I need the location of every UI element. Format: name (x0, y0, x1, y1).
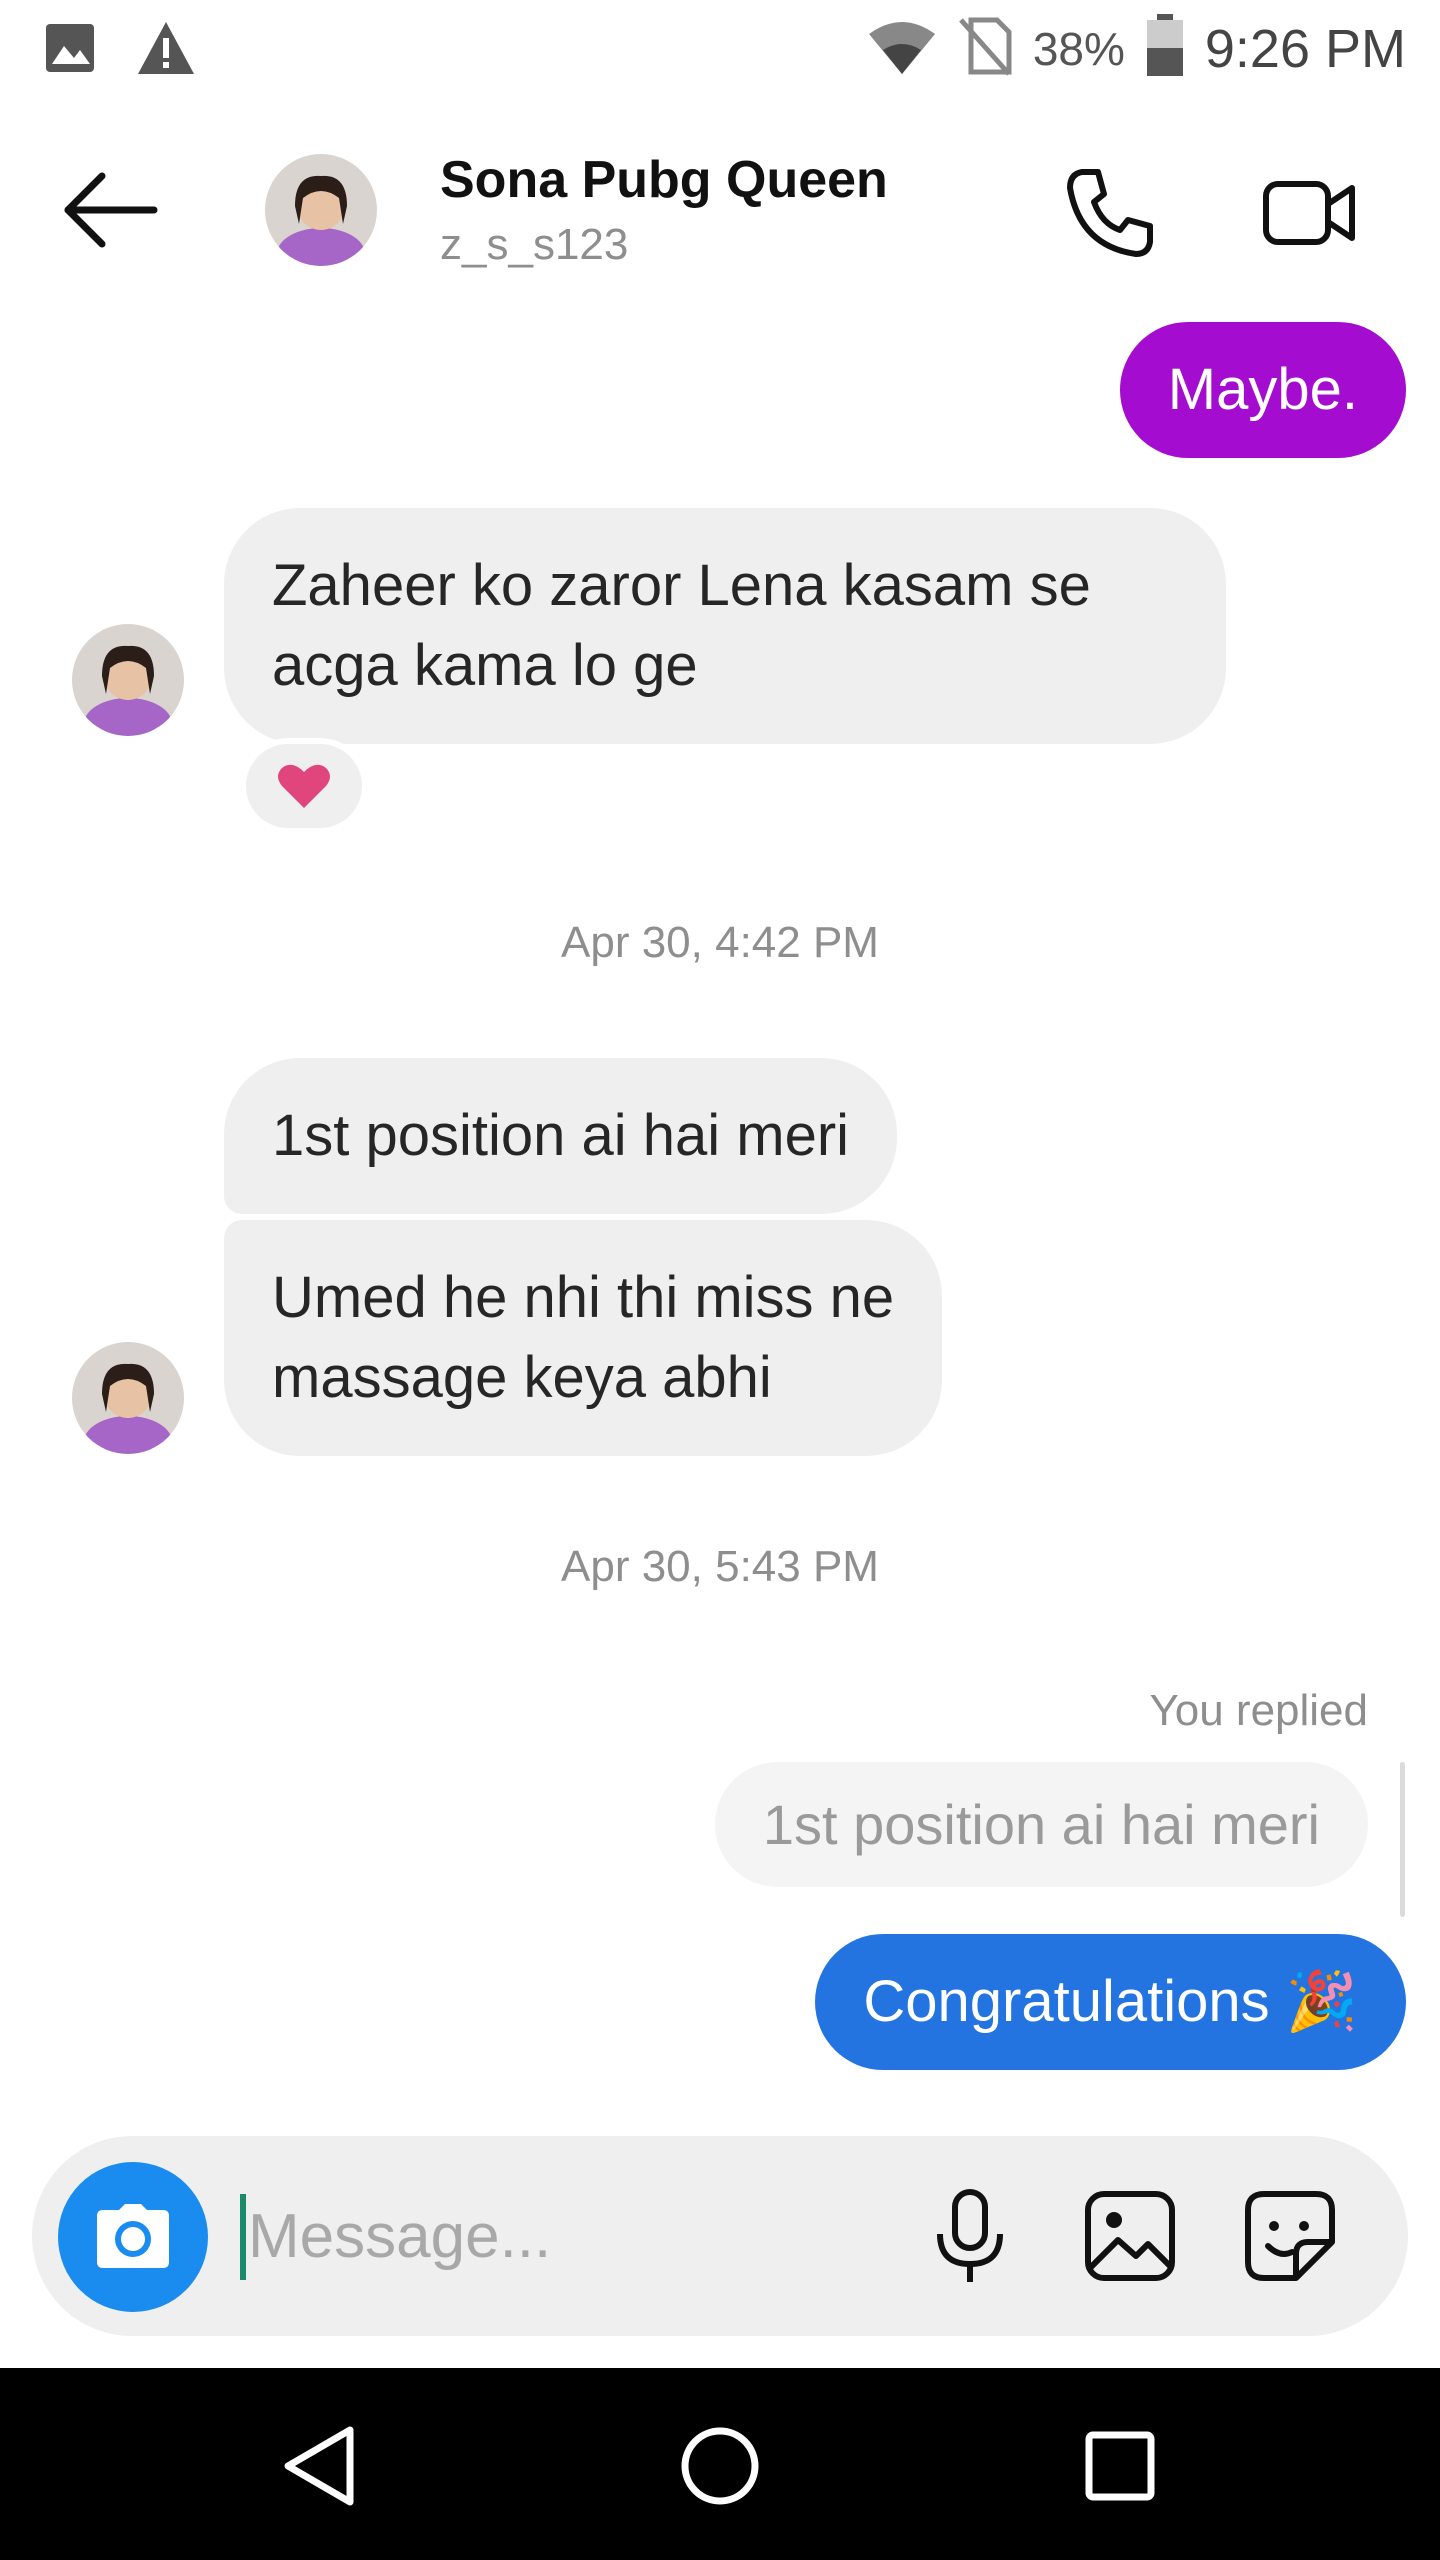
text-caret (240, 2194, 246, 2280)
camera-button[interactable] (58, 2162, 208, 2312)
sticker-button[interactable] (1240, 2186, 1340, 2286)
home-circle-icon (681, 2427, 759, 2505)
battery-icon (1145, 14, 1185, 83)
chat-header: Sona Pubg Queen z_s_s123 (0, 120, 1440, 300)
message-text: 1st position ai hai meri (272, 1103, 850, 1168)
contact-username[interactable]: z_s_s123 (440, 220, 628, 270)
microphone-icon (937, 2189, 1003, 2282)
status-bar: 38% 9:26 PM (0, 0, 1440, 100)
message-text-line: acga kama lo ge (272, 633, 698, 698)
received-message-bubble[interactable]: 1st position ai hai meri (224, 1058, 898, 1214)
reply-indicator-bar (1400, 1762, 1405, 1917)
heart-reaction[interactable] (240, 738, 368, 834)
party-popper-emoji: 🎉 (1285, 1969, 1358, 2034)
recents-square-icon (1085, 2431, 1155, 2501)
nav-home-button[interactable] (670, 2416, 770, 2516)
sender-avatar[interactable] (72, 624, 184, 736)
message-text-line: Umed he nhi thi miss ne (272, 1265, 895, 1330)
clock: 9:26 PM (1204, 18, 1406, 79)
no-sim-icon (957, 16, 1013, 81)
nav-back-button[interactable] (270, 2416, 370, 2516)
gallery-button[interactable] (1080, 2186, 1180, 2286)
sent-message-bubble[interactable]: Maybe. (1119, 322, 1406, 458)
quoted-text: 1st position ai hai meri (762, 1793, 1320, 1856)
timestamp: Apr 30, 4:42 PM (561, 918, 879, 967)
back-arrow-icon (64, 172, 158, 248)
gallery-notification-icon (44, 22, 96, 79)
heart-icon (278, 764, 330, 808)
nav-recents-button[interactable] (1070, 2416, 1170, 2516)
received-message-bubble[interactable]: Zaheer ko zaror Lena kasam se acga kama … (224, 508, 1226, 744)
sender-avatar[interactable] (72, 1342, 184, 1454)
gallery-icon (1085, 2191, 1175, 2281)
message-text: Congratulations (863, 1969, 1270, 2034)
message-text-line: massage keya abhi (272, 1345, 772, 1410)
battery-percent: 38% (1032, 22, 1125, 75)
back-triangle-icon (284, 2426, 354, 2506)
message-input[interactable] (248, 2186, 888, 2286)
contact-name[interactable]: Sona Pubg Queen (440, 150, 888, 210)
android-nav-bar (0, 2368, 1440, 2560)
voice-call-button[interactable] (1060, 162, 1160, 262)
message-text: Maybe. (1167, 357, 1358, 422)
video-call-button[interactable] (1260, 162, 1360, 262)
received-message-bubble[interactable]: Umed he nhi thi miss ne massage keya abh… (224, 1220, 943, 1456)
header-avatar[interactable] (265, 154, 377, 266)
back-button[interactable] (60, 170, 160, 250)
quoted-reply-bubble[interactable]: 1st position ai hai meri (714, 1762, 1368, 1887)
warning-icon (136, 20, 196, 81)
camera-icon (97, 2204, 169, 2268)
message-text-line: Zaheer ko zaror Lena kasam se (272, 553, 1091, 618)
wifi-icon (867, 16, 937, 81)
sent-message-bubble[interactable]: Congratulations 🎉 (815, 1934, 1406, 2070)
microphone-button[interactable] (920, 2186, 1020, 2286)
sticker-icon (1245, 2191, 1335, 2281)
you-replied-label: You replied (1149, 1686, 1368, 1735)
message-composer (32, 2136, 1408, 2336)
phone-icon (1067, 169, 1153, 257)
video-icon (1263, 181, 1355, 245)
timestamp: Apr 30, 5:43 PM (561, 1542, 879, 1591)
